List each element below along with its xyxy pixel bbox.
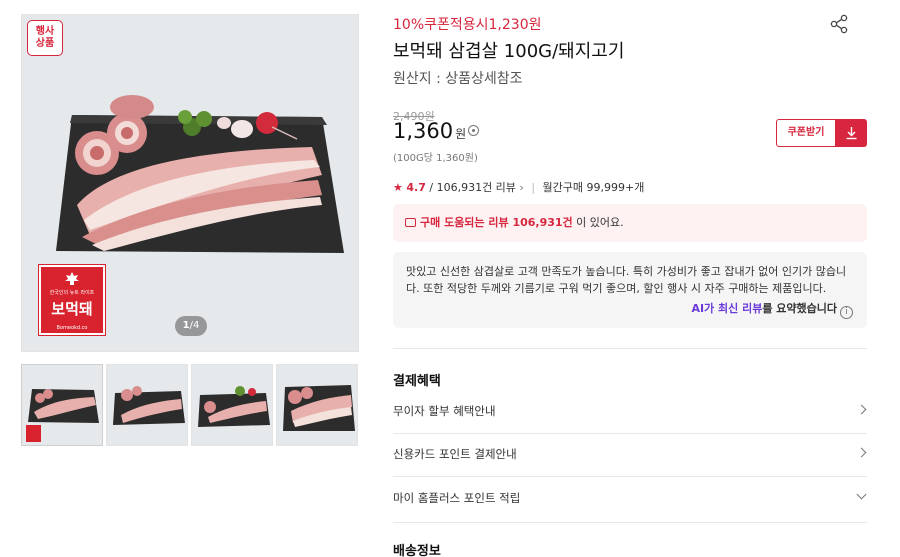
thumbnail-3[interactable] — [191, 364, 273, 446]
row-divider — [393, 522, 867, 523]
helpful-review-banner[interactable]: 구매 도움되는 리뷰 106,931건 이 있어요. — [393, 204, 867, 242]
benefit-row-installment[interactable]: 무이자 할부 혜택안내 — [393, 391, 867, 431]
ai-summary-footer: AI가 최신 리뷰를 요약했습니다 i — [691, 300, 853, 319]
price-info-icon[interactable] — [468, 125, 479, 136]
download-icon — [846, 127, 857, 140]
chevron-right-icon — [856, 404, 867, 415]
coupon-download-button[interactable] — [836, 119, 867, 147]
product-title: 보먹돼 삼겹살 100G/돼지고기 — [393, 41, 625, 62]
ai-review-summary: 맛있고 신선한 삼겹살로 고객 만족도가 높습니다. 특히 가성비가 좋고 잡내… — [393, 252, 867, 328]
image-pager: 1/4 — [175, 316, 207, 336]
main-product-image[interactable]: 행사 상품 한국인의 뉴트 라이프 보먹돼 Bomeokd.co 1/4 — [21, 14, 359, 352]
share-icon[interactable] — [829, 14, 849, 34]
info-icon[interactable]: i — [840, 306, 853, 319]
ai-summary-text: 맛있고 신선한 삼겹살로 고객 만족도가 높습니다. 특히 가성비가 좋고 잡내… — [406, 265, 847, 295]
sale-price-value: 1,360 — [393, 119, 454, 143]
thumbnail-image — [113, 386, 185, 425]
thumbnail-image — [26, 389, 99, 442]
sale-price: 1,360 원 — [393, 119, 466, 143]
benefit-label: 신용카드 포인트 결제안내 — [393, 447, 517, 461]
event-product-badge: 행사 상품 — [27, 20, 63, 56]
rating-row: ★ 4.7 / 106,931건 리뷰 › | 월간구매 99,999+개 — [393, 181, 645, 194]
ai-summary-label-rest: 를 요약했습니다 — [762, 302, 837, 315]
rating-score: 4.7 — [406, 181, 426, 194]
thumbnail-2[interactable] — [106, 364, 188, 446]
benefit-label: 무이자 할부 혜택안내 — [393, 404, 496, 418]
logo-tagline: 한국인의 뉴트 라이프 — [49, 290, 95, 296]
logo-brand-name: 보먹돼 — [51, 300, 93, 318]
thumbnail-1[interactable] — [21, 364, 103, 446]
thumbnail-strip — [21, 364, 359, 446]
origin-text: 원산지 : 상품상세참조 — [393, 71, 523, 87]
benefit-row-card-points[interactable]: 신용카드 포인트 결제안내 — [393, 434, 867, 474]
review-banner-highlight: 구매 도움되는 리뷰 106,931건 — [420, 216, 573, 229]
monthly-purchase: 월간구매 99,999+개 — [542, 181, 645, 194]
sale-price-unit: 원 — [455, 127, 467, 141]
ai-summary-label: AI가 최신 리뷰 — [691, 302, 763, 315]
row-divider — [393, 476, 867, 477]
review-count-link[interactable]: / 106,931건 리뷰 — [429, 181, 516, 194]
benefit-label: 마이 홈플러스 포인트 적립 — [393, 491, 521, 505]
chevron-right-icon: › — [519, 181, 524, 194]
thumbnail-4[interactable] — [276, 364, 358, 446]
review-banner-tail: 이 있어요. — [572, 216, 624, 229]
pager-current: 1 — [182, 320, 190, 331]
coupon-price-line: 10%쿠폰적용시1,230원 — [393, 17, 542, 33]
chat-icon — [405, 218, 416, 227]
event-badge-line2: 상품 — [35, 38, 55, 49]
chevron-right-icon — [856, 447, 867, 458]
event-badge-line1: 행사 — [35, 26, 55, 37]
thumbnail-image — [198, 386, 270, 427]
star-icon: ★ — [393, 181, 403, 194]
brand-logo: 한국인의 뉴트 라이프 보먹돼 Bomeokd.co — [39, 265, 105, 335]
maple-leaf-icon — [65, 272, 79, 285]
thumbnail-image — [283, 385, 355, 431]
shipping-info-title: 배송정보 — [393, 544, 441, 557]
payment-benefits-title: 결제혜택 — [393, 374, 441, 389]
benefit-row-homeplus-points[interactable]: 마이 홈플러스 포인트 적립 — [393, 478, 867, 518]
pager-total: /4 — [189, 320, 200, 331]
chevron-down-icon — [856, 489, 867, 500]
unit-price: (100G당 1,360원) — [393, 153, 478, 164]
logo-url: Bomeokd.co — [56, 325, 88, 331]
section-divider — [393, 348, 867, 349]
get-coupon-button[interactable]: 쿠폰받기 — [776, 119, 836, 147]
